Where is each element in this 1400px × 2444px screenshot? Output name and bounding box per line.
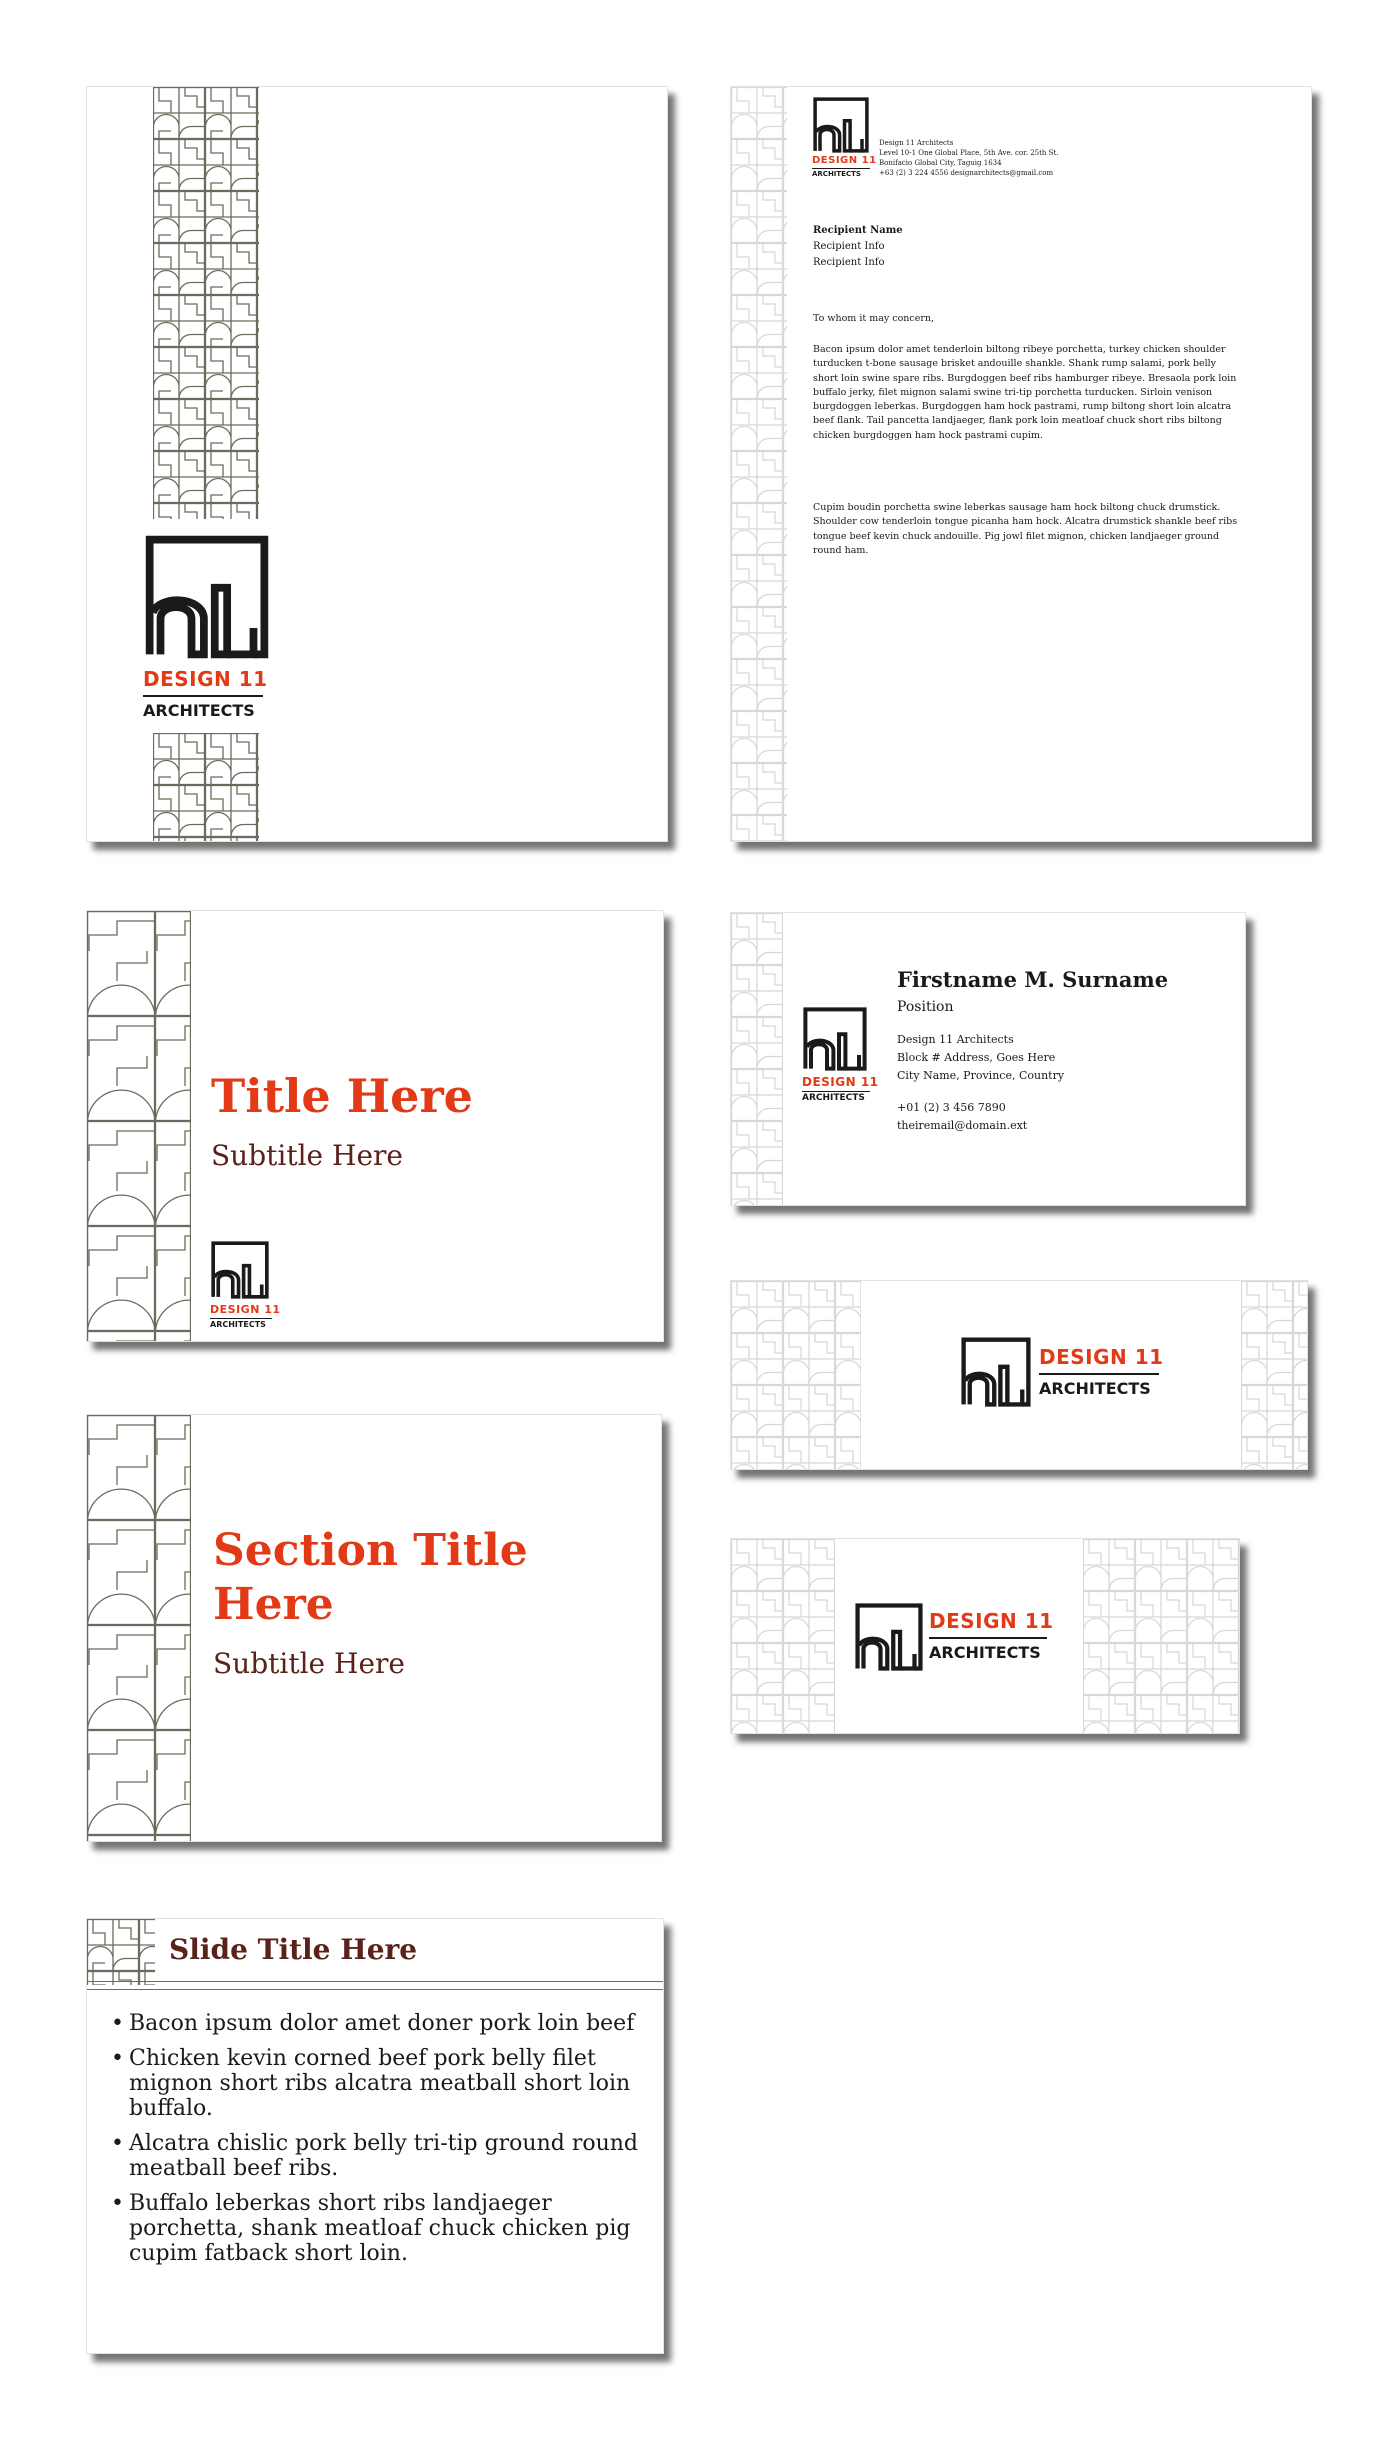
title-slide-card: Title Here Subtitle Here DESIGN 11 ARCHI… [86,910,664,1342]
logo-rule [802,1091,870,1092]
card-address-2: City Name, Province, Country [897,1069,1065,1082]
logo-rule [210,1318,272,1319]
slide-title: Title Here [211,1069,473,1123]
content-slide-bullets: Bacon ipsum dolor amet doner pork loin b… [111,2011,641,2276]
card-company: Design 11 Architects [897,1033,1014,1046]
back-2-pattern-left [731,1539,835,1733]
back-1-pattern-right [1241,1281,1307,1469]
section-slide-card: Section Title Here Subtitle Here [86,1414,662,1842]
logo-text-architects: ARCHITECTS [143,701,255,720]
logo-mark-icon [803,1007,867,1071]
letter-paragraph-1: Bacon ipsum dolor amet tenderloin bilton… [813,344,1237,441]
business-card-front: DESIGN 11 ARCHITECTS Firstname M. Surnam… [730,912,1246,1206]
bullet-item: Buffalo leberkas short ribs landjaeger p… [111,2191,641,2266]
business-card-logo: DESIGN 11 ARCHITECTS [801,1007,878,1107]
card-holder-position: Position [897,999,954,1015]
back-2-pattern-right [1083,1539,1239,1733]
letterhead-company: Design 11 Architects [879,139,954,147]
section-subtitle: Subtitle Here [213,1647,405,1680]
title-slide-logo: DESIGN 11 ARCHITECTS [209,1241,281,1331]
cover-logo: DESIGN 11 ARCHITECTS [141,535,271,735]
back-2-logo: DESIGN 11 ARCHITECTS [855,1603,1055,1679]
content-slide-card: Slide Title Here Bacon ipsum dolor amet … [86,1918,664,2354]
logo-text-design: DESIGN 11 [929,1609,1054,1633]
logo-mark-icon [145,535,269,659]
card-phone: +01 (2) 3 456 7890 [897,1101,1006,1114]
section-title-line-2: Here [213,1579,334,1630]
logo-text-design: DESIGN 11 [143,667,268,691]
card-holder-name: Firstname M. Surname [897,967,1169,992]
card-address-1: Block # Address, Goes Here [897,1051,1056,1064]
content-slide-title: Slide Title Here [169,1933,418,1966]
logo-mark-icon [813,97,869,153]
logo-rule [1039,1373,1159,1375]
business-card-back-1: DESIGN 11 ARCHITECTS [730,1280,1308,1470]
bullet-item: Chicken kevin corned beef pork belly fil… [111,2046,641,2121]
letterhead-address1: Level 10-1 One Global Place, 5th Ave. co… [879,149,1059,157]
logo-mark-icon [961,1337,1031,1407]
logo-text-architects: ARCHITECTS [802,1093,865,1103]
back-1-logo: DESIGN 11 ARCHITECTS [961,1337,1171,1417]
cover-card: DESIGN 11 ARCHITECTS [86,86,668,842]
back-1-pattern-left [731,1281,861,1469]
bullet-item: Bacon ipsum dolor amet doner pork loin b… [111,2011,641,2036]
letterhead-card: DESIGN 11 ARCHITECTS Design 11 Architect… [730,86,1312,842]
logo-text-architects: ARCHITECTS [929,1643,1041,1662]
letterhead-contact: +63 (2) 3 224 4556 designarchitects@gmai… [879,169,1054,177]
cover-pattern-top [153,87,259,519]
content-slide-rule-1 [87,1981,663,1982]
section-title-line-1: Section Title [213,1525,528,1576]
logo-text-architects: ARCHITECTS [1039,1379,1151,1398]
letterhead-pattern [731,87,787,841]
logo-text-architects: ARCHITECTS [812,170,861,178]
logo-rule [929,1637,1047,1639]
section-slide-pattern [87,1415,191,1841]
logo-text-design: DESIGN 11 [1039,1345,1164,1369]
logo-rule [143,695,263,697]
logo-mark-icon [855,1603,923,1671]
logo-text-design: DESIGN 11 [802,1075,879,1089]
logo-mark-icon [211,1241,269,1299]
title-slide-pattern [87,911,191,1341]
salutation: To whom it may concern, [813,313,935,324]
logo-text-design: DESIGN 11 [812,155,877,166]
recipient-info-1: Recipient Info [813,241,885,252]
logo-rule [812,168,870,169]
letterhead-logo: DESIGN 11 ARCHITECTS [811,97,876,178]
bullet-item: Alcatra chislic pork belly tri-tip groun… [111,2131,641,2181]
letter-paragraph-2: Cupim boudin porchetta swine leberkas sa… [813,502,1238,556]
content-slide-rule-2 [87,1989,663,1990]
slide-subtitle: Subtitle Here [211,1139,403,1172]
cover-pattern-bottom [153,733,259,841]
content-slide-pattern [87,1919,155,1985]
card-email: theiremail@domain.ext [897,1119,1028,1132]
business-card-pattern [731,913,783,1205]
letterhead-address2: Bonifacio Global City, Taguig 1634 [879,159,1002,167]
recipient-info-2: Recipient Info [813,257,885,268]
logo-text-design: DESIGN 11 [210,1303,281,1316]
business-card-back-2: DESIGN 11 ARCHITECTS [730,1538,1240,1734]
recipient-name: Recipient Name [813,225,903,236]
logo-text-architects: ARCHITECTS [210,1320,266,1329]
